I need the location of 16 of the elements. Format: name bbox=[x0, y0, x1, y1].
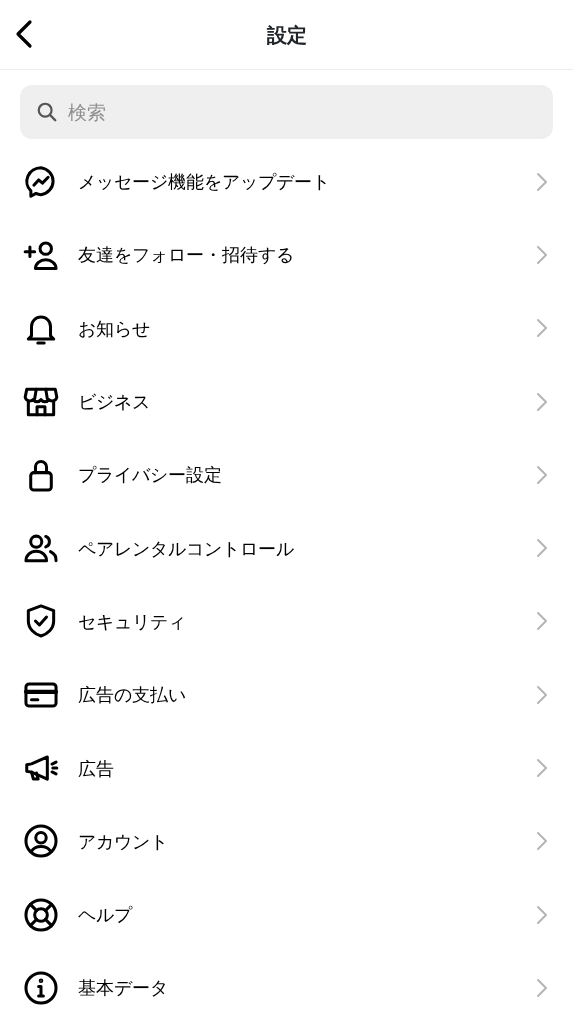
chevron-icon bbox=[535, 317, 549, 340]
chevron-icon bbox=[535, 610, 549, 633]
page-title: 設定 bbox=[266, 21, 307, 49]
chevron-icon bbox=[535, 463, 549, 486]
lifebuoy-icon bbox=[22, 895, 60, 934]
chevron-icon bbox=[535, 243, 549, 266]
chevron-icon bbox=[535, 976, 549, 999]
chevron-icon bbox=[535, 903, 549, 926]
chevron-icon bbox=[535, 537, 549, 560]
chevron-icon bbox=[535, 170, 549, 193]
chevron-icon bbox=[535, 830, 549, 853]
chevron-icon bbox=[535, 683, 549, 706]
search-field[interactable]: 検索 bbox=[20, 85, 553, 139]
chevron-icon bbox=[535, 390, 549, 413]
chevron-icon bbox=[535, 757, 549, 779]
info-icon bbox=[22, 968, 60, 1007]
